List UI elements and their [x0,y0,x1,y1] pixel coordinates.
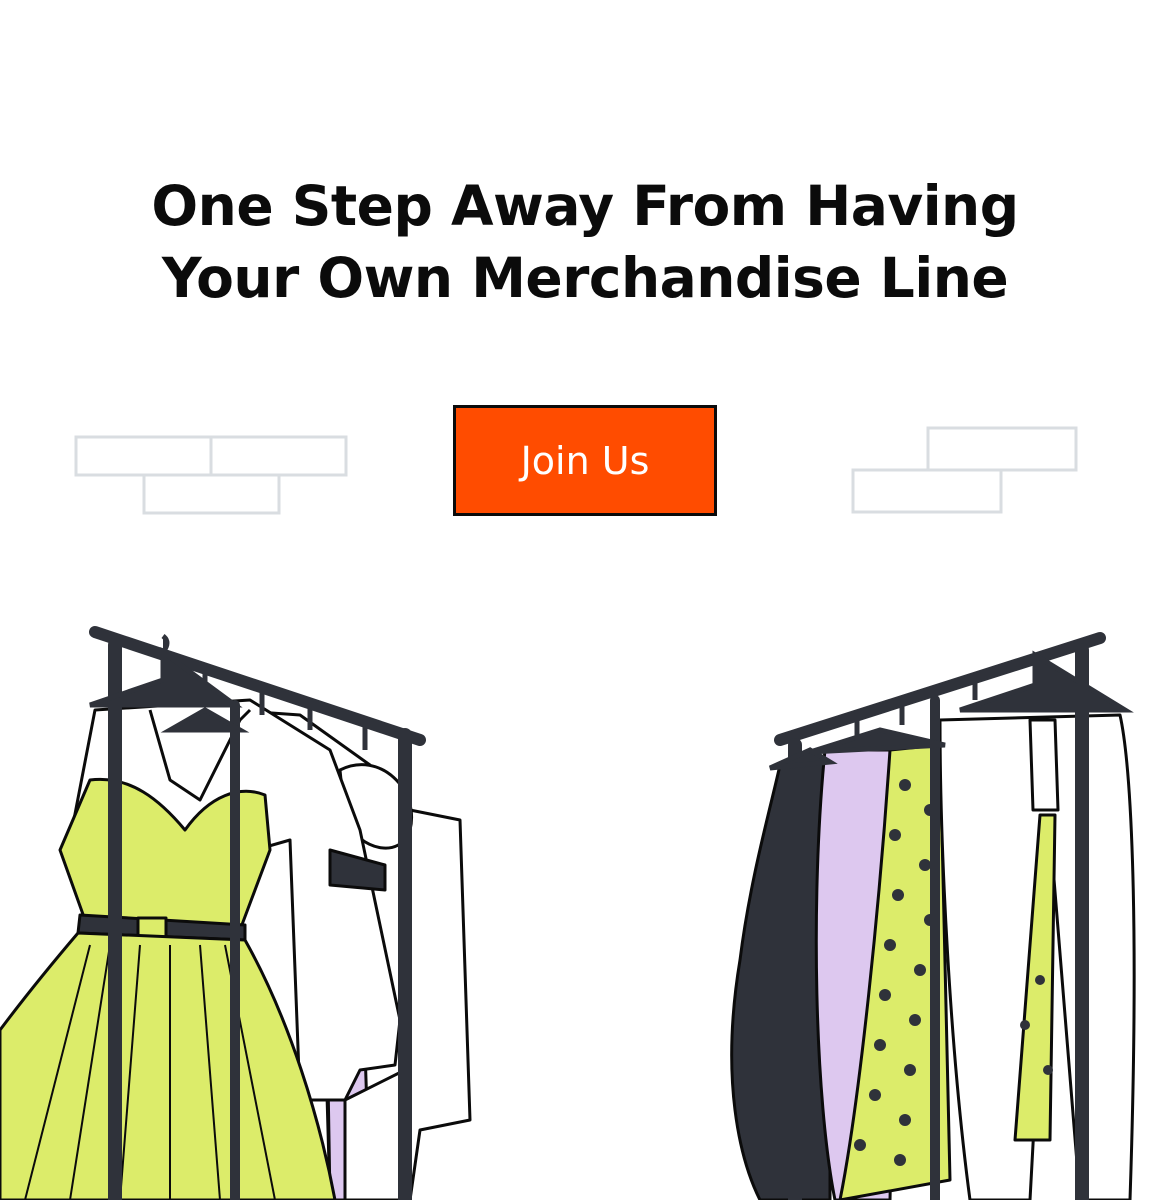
hero-headline: One Step Away From Having Your Own Merch… [0,170,1170,314]
left-bricks-icon [74,435,348,515]
headline-line-1: One Step Away From Having [151,174,1019,238]
right-bricks-icon [851,426,1078,514]
clothing-racks-illustration [0,626,1136,1200]
headline-line-2: Your Own Merchandise Line [161,246,1009,310]
join-us-label: Join Us [520,438,650,483]
join-us-button[interactable]: Join Us [453,405,717,516]
